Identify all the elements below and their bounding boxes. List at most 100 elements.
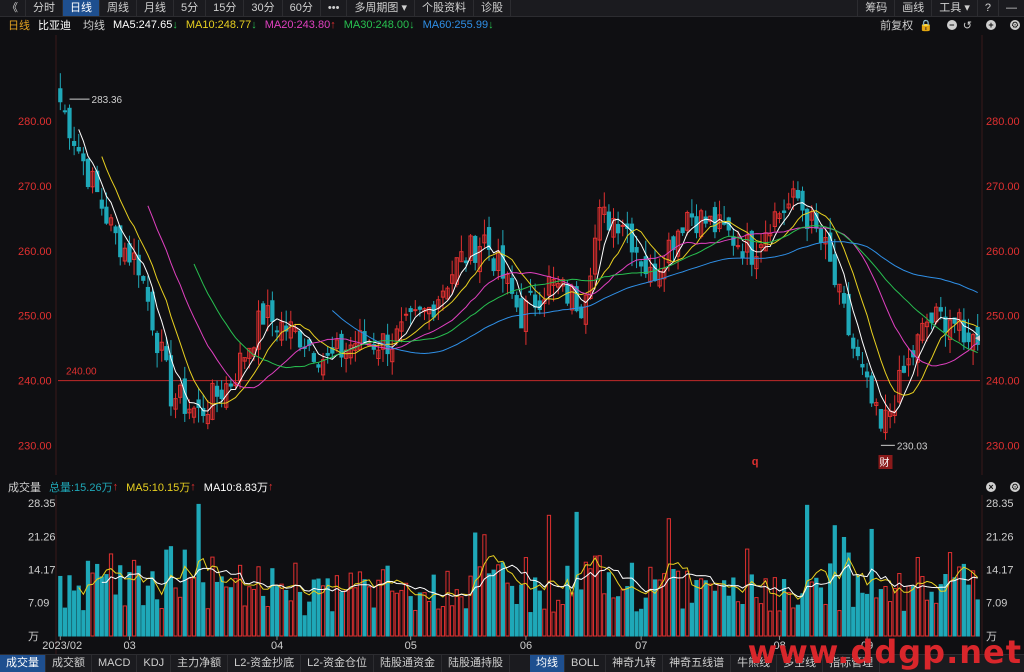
volume-bar [76,585,81,637]
volume-bar [592,555,598,637]
indicator-tab-bb-right-2[interactable]: 神奇九转 [606,655,664,672]
candle-body [145,286,151,302]
volume-bar [122,605,127,637]
toolbar-tab-4[interactable]: 5分 [174,0,207,16]
indicator-tab-bb-left-1[interactable]: 成交额 [46,655,92,672]
volume-bar [874,597,879,637]
indicator-tab-bb-right-3[interactable]: 神奇五线谱 [663,655,732,672]
volume-bar [371,607,376,637]
volume-bar [145,585,151,637]
candle-body [168,355,174,407]
indicator-tab-bb-left-6[interactable]: L2-资金仓位 [301,655,374,672]
price-tick-right: 260.00 [986,246,1020,258]
vol-tick-left: 14.17 [28,565,56,577]
indicator-tab-bb-left-5[interactable]: L2-资金抄底 [228,655,302,672]
volume-bar [150,571,155,637]
help-icon[interactable]: ? [976,0,998,16]
volume-bar [330,611,335,637]
vol-tick-right: 28.35 [986,498,1014,510]
candle-body [99,199,104,209]
ma10-value: MA10:248.77 [185,19,252,31]
volume-bar [307,601,312,637]
volume-bar [828,563,833,637]
ma20-value: MA20:243.80 [264,19,331,31]
volume-bar [758,603,764,637]
toolbar-tab-8[interactable]: ••• [321,0,348,16]
minimize-icon[interactable]: — [998,0,1024,16]
settings-icon[interactable]: ⚙ [1010,482,1020,492]
toolbar-tab-10[interactable]: 个股资料 [415,0,475,16]
volume-bar [708,583,713,637]
candle-body [851,337,856,349]
volume-bar [675,570,681,637]
undo-icon[interactable]: ↺ [963,19,972,32]
toolbar-tab-0[interactable]: 分时 [26,0,63,16]
x-label: 2023/02 [42,640,82,652]
back-icon[interactable]: 《 [0,0,26,16]
indicator-tab-bb-left-4[interactable]: 主力净额 [171,655,229,672]
volume-bar [426,600,432,637]
volume-bar [431,574,436,637]
lock-icon[interactable]: 🔒 [919,19,933,32]
ma-label[interactable]: 均线 [83,17,105,33]
candle-body [67,107,72,139]
indicator-tab-bb-left-7[interactable]: 陆股通资金 [374,655,442,672]
toolbar-tab-7[interactable]: 60分 [283,0,321,16]
volume-bar [887,601,893,637]
zoom-out-icon[interactable]: − [946,20,957,30]
candle-body [514,295,519,308]
toolbar-tab-5[interactable]: 15分 [206,0,245,16]
toolbar-tab-6[interactable]: 30分 [244,0,283,16]
toolbar-tab-9[interactable]: 多周期图 ▾ [347,0,416,16]
toolbar-tab-2[interactable]: 周线 [100,0,137,16]
close-icon[interactable]: × [986,482,996,492]
volume-bar [519,584,524,637]
indicator-tab-bb-left-2[interactable]: MACD [92,655,138,672]
candle-body [579,306,584,319]
volume-bar [537,590,542,637]
volume-bar [242,605,247,637]
candle-body [860,363,865,368]
indicator-tab-bb-right-1[interactable]: BOLL [565,655,607,672]
volume-bar [970,570,976,637]
volume-bar [528,612,533,637]
toolbar-tab-11[interactable]: 诊股 [474,0,512,16]
indicator-tab-bb-right-0[interactable]: 均线 [529,655,565,672]
toolbar-tab-1[interactable]: 日线 [63,0,100,16]
candle-body [58,88,63,103]
settings-icon[interactable]: ⚙ [1010,20,1020,30]
volume-bar [754,597,759,637]
candle-body [403,313,409,316]
zoom-in-icon[interactable]: + [986,20,996,30]
volume-bar [394,592,399,637]
volume-bar [178,596,183,637]
adjust-button[interactable]: 前复权 [880,17,913,33]
volume-bar [934,602,939,637]
indicator-tab-bb-left-8[interactable]: 陆股通持股 [442,655,510,672]
indicator-tab-bb-left-0[interactable]: 成交量 [0,655,46,672]
volume-bar [952,577,957,637]
top-toolbar: 《 分时 日线 周线 月线 5分 15分 30分 60分 ••• 多周期图 ▾ 个股资料 诊股 筹码画… [0,0,1024,17]
indicator-tab-bb-left-3[interactable]: KDJ [137,655,172,672]
price-chart[interactable]: 280.00 280.00 270.00 270.00 260.00 260.00 250.… [0,35,1024,475]
volume-bar [348,572,353,637]
toolbar-right-0[interactable]: 筹码 [857,0,894,16]
volume-bar [417,592,422,637]
main-chart-header: 日线 比亚迪 均线 MA5:247.65 ↓ MA10:248.77 ↓ MA20:… [8,17,1020,33]
volume-bar [284,589,289,637]
toolbar-tab-3[interactable]: 月线 [137,0,174,16]
toolbar-right-1[interactable]: 画线 [894,0,931,16]
volume-bar [685,570,690,637]
volume-bar [712,590,718,637]
volume-bar [929,591,934,637]
volume-bar [463,608,469,637]
volume-bar [353,587,358,637]
volume-chart[interactable]: 28.35 28.3521.26 21.2614.17 14.177.09 7.09万万… [0,495,1024,654]
toolbar-right-2[interactable]: 工具 ▾ [931,0,977,16]
volume-bar [864,593,870,637]
volume-bar [957,566,962,637]
price-tick-right: 280.00 [986,116,1020,128]
candle-body [81,153,86,162]
price-tick-right: 230.00 [986,441,1020,453]
volume-bar [809,581,814,637]
